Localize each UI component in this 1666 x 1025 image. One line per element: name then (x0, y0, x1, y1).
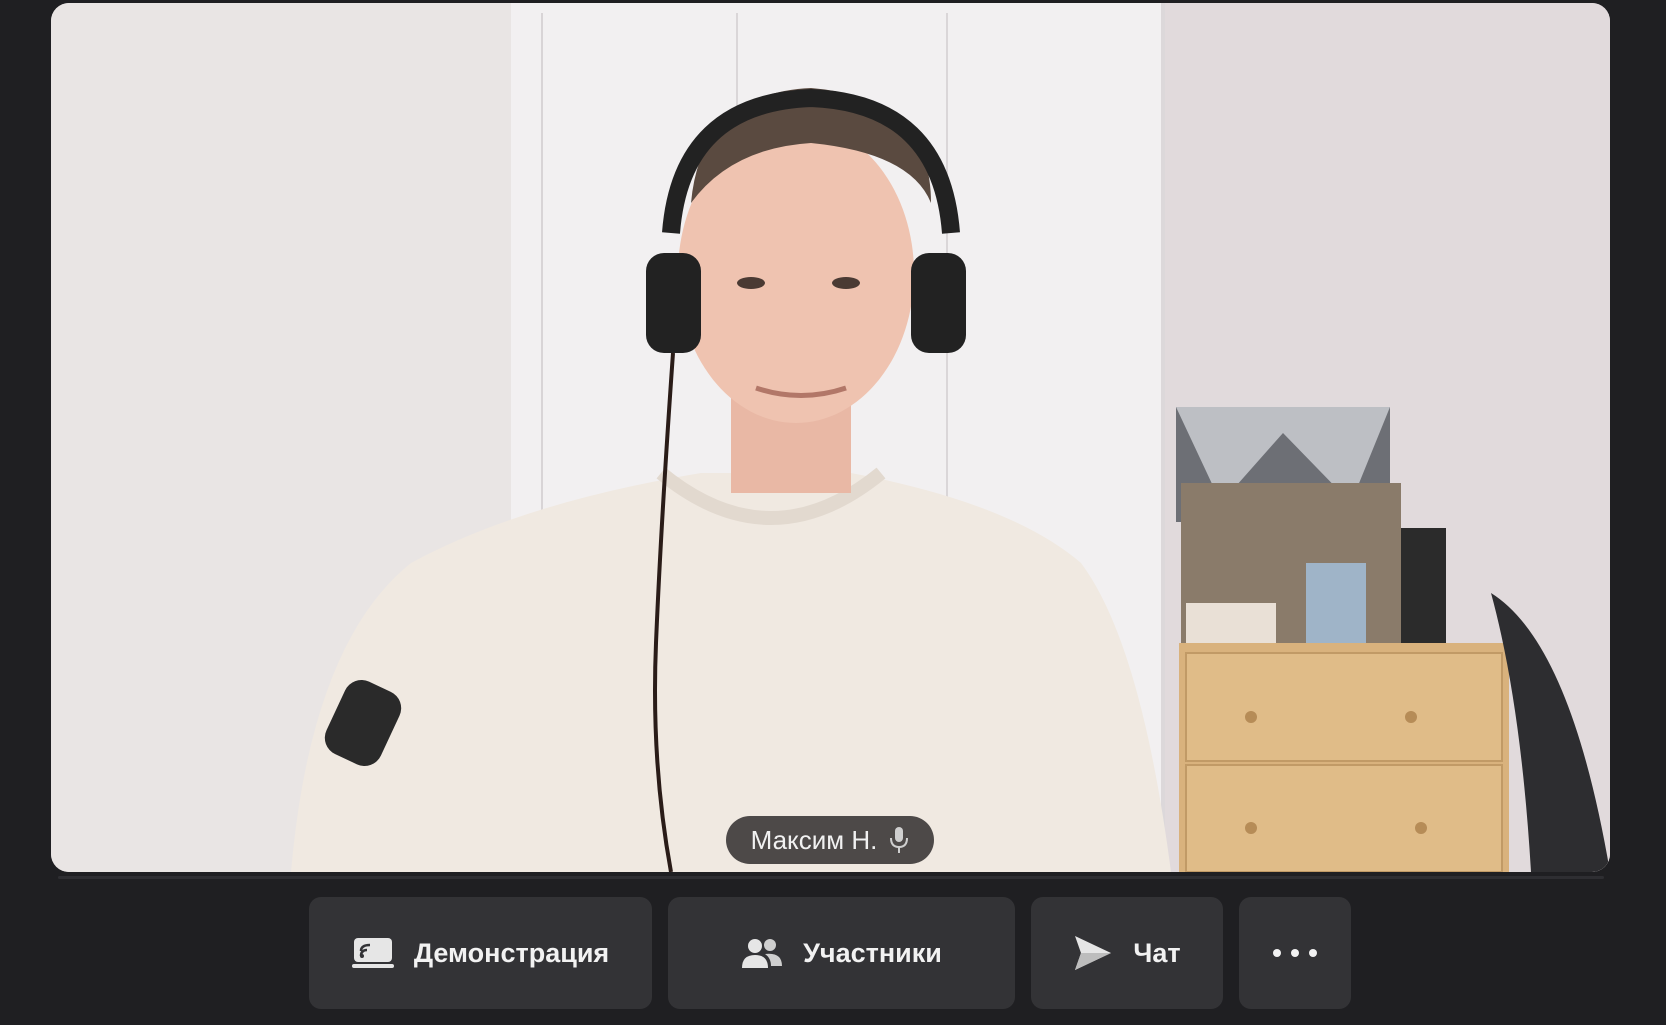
participant-video (51, 3, 1610, 872)
participant-video-tile[interactable] (51, 3, 1610, 872)
more-dots-icon (1273, 949, 1317, 957)
participants-button[interactable]: Участники (668, 897, 1015, 1009)
chat-label: Чат (1133, 937, 1181, 968)
participant-name: Максим Н. (750, 824, 878, 855)
participants-label: Участники (803, 937, 942, 968)
participants-icon (742, 939, 783, 968)
more-options-button[interactable] (1239, 897, 1351, 1009)
screen-share-icon (351, 938, 394, 968)
tile-divider (58, 876, 1604, 879)
chat-button[interactable]: Чат (1031, 897, 1223, 1009)
send-icon (1075, 936, 1112, 970)
microphone-icon (890, 827, 909, 853)
screen-share-button[interactable]: Демонстрация (309, 897, 652, 1009)
call-controls-bar: Демонстрация Участники Чат (0, 897, 1666, 1009)
participant-name-badge: Максим Н. (726, 816, 934, 864)
screen-share-label: Демонстрация (413, 937, 610, 968)
